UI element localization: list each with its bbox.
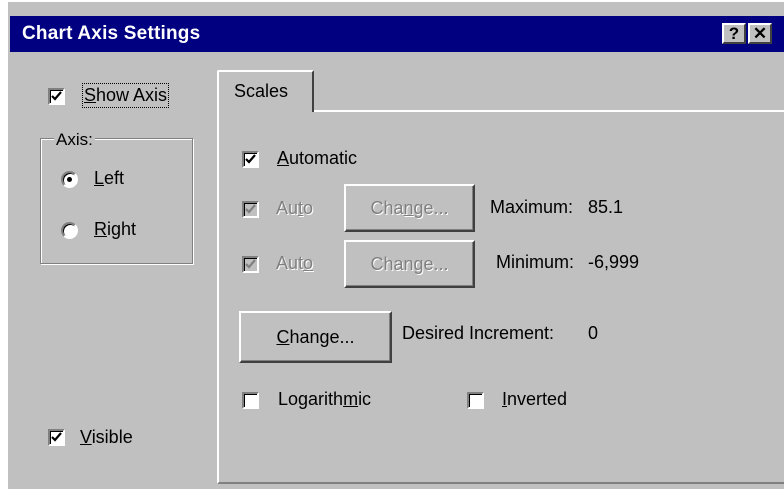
min-change-label: Change... — [370, 254, 449, 274]
increment-change-label: Change... — [276, 327, 355, 347]
automatic-label: Automatic — [277, 148, 358, 168]
min-change-button[interactable]: Change... — [344, 240, 475, 288]
min-auto-label: Auto — [276, 253, 314, 273]
minimum-value: -6,999 — [588, 252, 640, 272]
visible-label: Visible — [80, 427, 133, 447]
axis-group-label: Axis: — [54, 130, 95, 150]
tab-scales-label: Scales — [234, 81, 289, 101]
axis-right-label: Right — [94, 219, 137, 239]
radio-unselected-icon — [61, 222, 78, 239]
max-auto-label: Auto — [276, 198, 314, 218]
inverted-box — [467, 392, 484, 409]
maximum-label: Maximum: — [490, 197, 574, 217]
visible-check-icon — [48, 429, 65, 446]
logarithmic-label: Logarithmic — [278, 389, 372, 409]
radio-selected-icon — [61, 171, 78, 188]
logarithmic-box — [242, 392, 259, 409]
maximum-value: 85.1 — [588, 197, 624, 217]
axis-groupbox — [40, 138, 193, 264]
help-button[interactable]: ? — [722, 23, 746, 44]
tab-scales[interactable]: Scales — [217, 70, 314, 112]
show-axis-check-icon — [48, 88, 65, 105]
automatic-check-icon — [242, 151, 259, 168]
desired-increment-value: 0 — [588, 323, 599, 343]
inverted-label: Inverted — [502, 389, 568, 409]
min-auto-check-icon — [242, 256, 259, 273]
left-border-strip — [0, 0, 8, 489]
close-button[interactable]: ✕ — [748, 23, 772, 44]
max-auto-check-icon — [242, 201, 259, 218]
window-title: Chart Axis Settings — [22, 23, 201, 44]
max-change-button[interactable]: Change... — [344, 184, 475, 232]
title-bar[interactable]: Chart Axis Settings ? ✕ — [10, 16, 784, 52]
show-axis-label: Show Axis — [81, 83, 170, 108]
chart-axis-settings-dialog: Chart Axis Settings ? ✕ Show Axis Axis: … — [0, 0, 784, 489]
max-change-label: Change... — [370, 198, 449, 218]
increment-change-button[interactable]: Change... — [239, 311, 392, 363]
desired-increment-label: Desired Increment: — [402, 323, 555, 343]
minimum-label: Minimum: — [496, 252, 575, 272]
axis-left-label: Left — [94, 168, 125, 188]
